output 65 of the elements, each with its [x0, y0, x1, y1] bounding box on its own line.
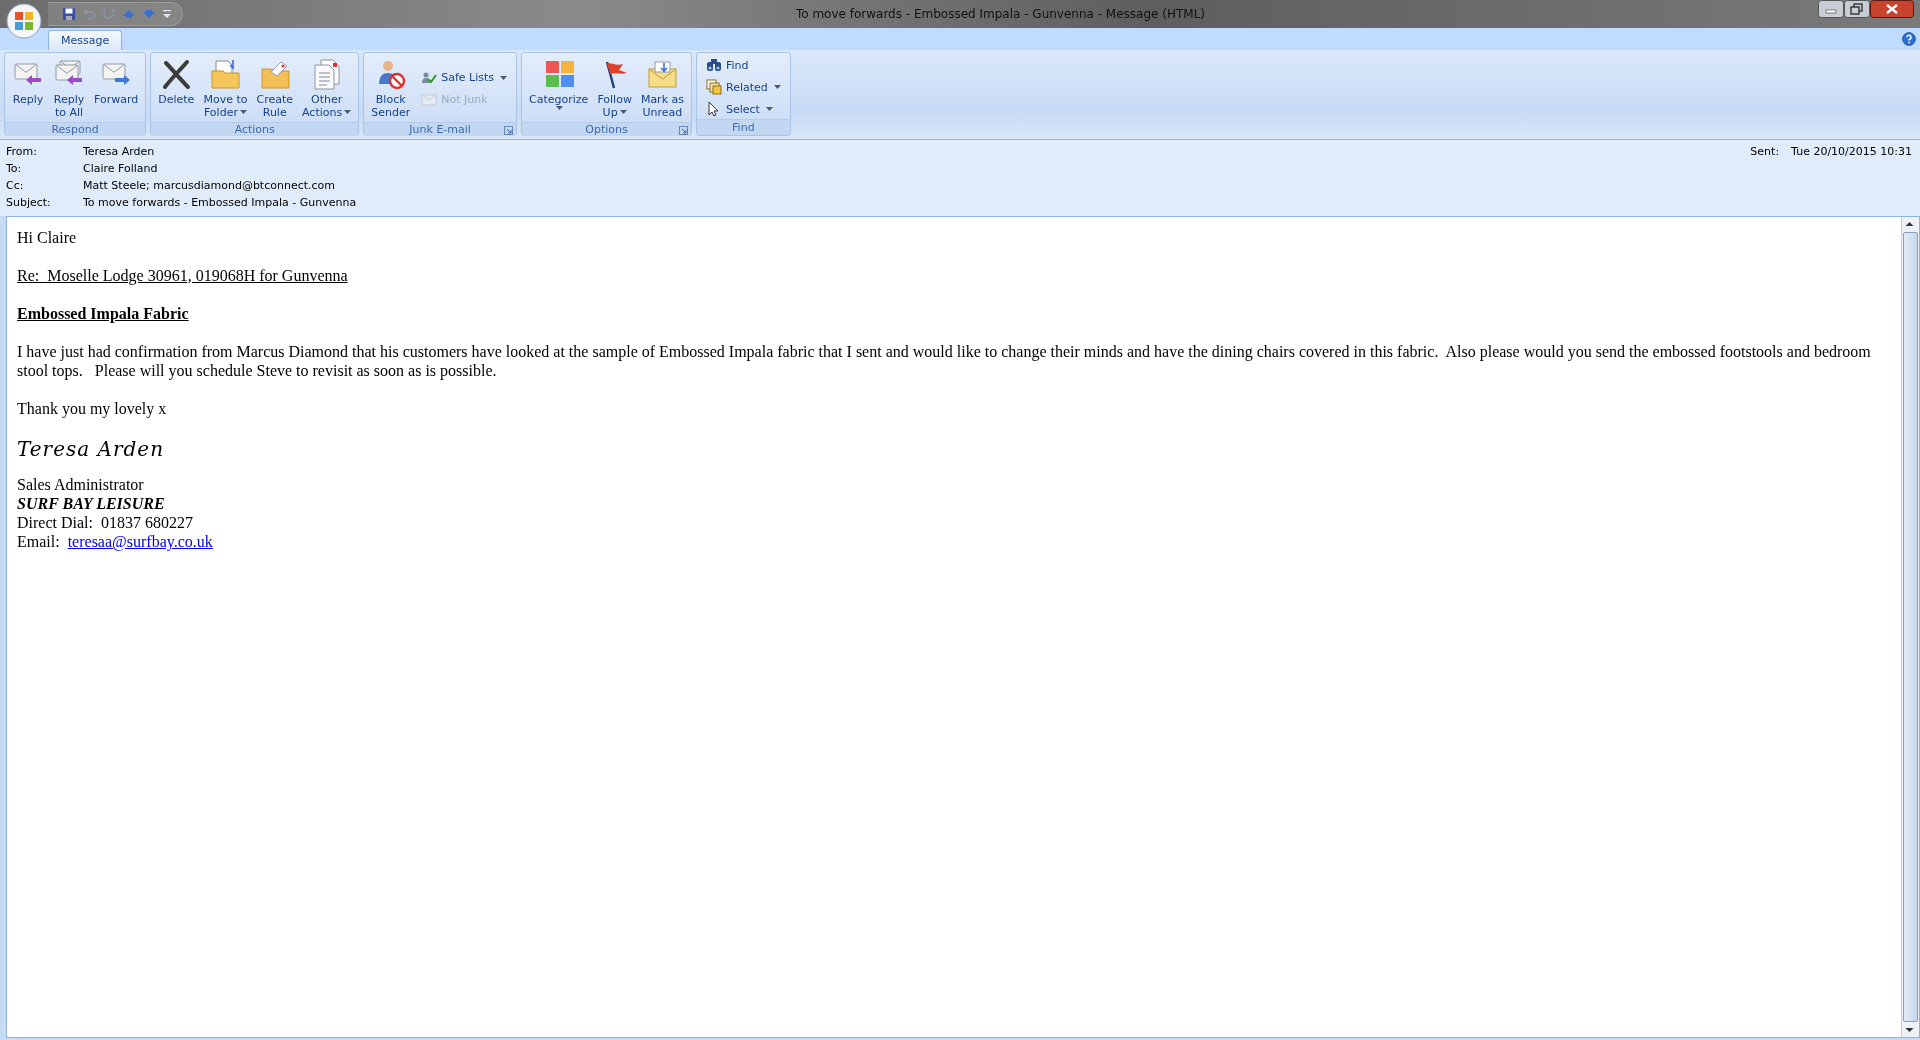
- stacked-documents-icon: [706, 79, 722, 95]
- customize-caret-icon[interactable]: [162, 8, 172, 20]
- group-label: Actions: [234, 123, 275, 136]
- find-button[interactable]: Find: [702, 55, 785, 75]
- message-tab[interactable]: Message: [48, 30, 123, 50]
- caret-icon: [239, 109, 247, 114]
- email-link[interactable]: teresaa@surfbay.co.uk: [67, 533, 213, 550]
- email-label: Email:: [17, 533, 60, 550]
- forward-button[interactable]: Forward: [90, 55, 143, 122]
- paragraph: I have just had confirmation from Marcus Diamond that his customers have looked at the sample of Embossed Impala fabric that I sent and would like to change their minds and have the dining chairs covered in this fabric. Also please would you send the embossed footstools and bedroom stool tops. Please will you schedule Steve to revisit as soon as is possible.: [17, 342, 1872, 380]
- related-button[interactable]: Related: [702, 77, 785, 97]
- dialog-launcher-icon[interactable]: [504, 126, 514, 135]
- close-icon[interactable]: [1870, 0, 1914, 18]
- caret-icon: [765, 107, 773, 111]
- caret-icon: [773, 85, 781, 89]
- minimize-icon[interactable]: [1818, 0, 1844, 18]
- help-icon[interactable]: [1902, 32, 1916, 46]
- scrollbar[interactable]: [1901, 217, 1919, 1037]
- paragraph: Hi Claire: [17, 228, 78, 247]
- heading: Embossed Impala Fabric: [17, 304, 190, 323]
- field-label: Subject:: [6, 196, 52, 209]
- folder-icon: [209, 58, 242, 90]
- select-button[interactable]: Select: [702, 99, 785, 119]
- field-value: Matt Steele; marcusdiamond@btconnect.com: [83, 179, 336, 192]
- field-value: Claire Folland: [83, 162, 159, 175]
- job-title: Sales Administrator: [17, 475, 145, 494]
- x-icon: [160, 58, 193, 90]
- paragraph: Thank you my lovely x: [17, 399, 168, 418]
- caret-icon: [344, 109, 352, 114]
- signature-name: Teresa Arden: [17, 437, 166, 461]
- reply-all-button[interactable]: Reply to All: [49, 55, 89, 122]
- group-label: Junk E-mail: [409, 123, 471, 136]
- window-title: To move forwards - Embossed Impala - Gunvenna - Message (HTML): [794, 7, 1207, 21]
- envelope-icon: [646, 58, 679, 90]
- caret-icon: [500, 75, 508, 80]
- restore-icon[interactable]: [1844, 0, 1870, 18]
- field-value: Tue 20/10/2015 10:31: [1791, 145, 1912, 158]
- field-label: Sent:: [1750, 145, 1780, 158]
- field-value: Teresa Arden: [83, 145, 156, 158]
- group-label: Options: [585, 123, 628, 136]
- caret-icon: [556, 106, 564, 110]
- phone-number: Direct Dial: 01837 680227: [17, 513, 194, 532]
- field-label: To:: [6, 162, 23, 175]
- safe-lists-button[interactable]: Safe Lists: [417, 67, 512, 88]
- dialog-launcher-icon[interactable]: [679, 126, 688, 135]
- reply-button[interactable]: Reply: [8, 55, 48, 122]
- categorize-button[interactable]: Categorize: [525, 55, 593, 122]
- save-icon[interactable]: [62, 7, 76, 21]
- mark-unread-button[interactable]: Mark as Unread: [636, 55, 688, 122]
- field-label: Cc:: [6, 179, 25, 192]
- binoculars-icon: [706, 57, 722, 73]
- delete-button[interactable]: Delete: [154, 55, 199, 122]
- follow-up-button[interactable]: Follow Up: [593, 55, 636, 122]
- field-label: From:: [6, 145, 38, 158]
- field-value: To move forwards - Embossed Impala - Gunvenna: [83, 196, 358, 209]
- reference-line: Re: Moselle Lodge 30961, 019068H for Gunvenna: [17, 266, 349, 285]
- move-to-folder-button[interactable]: Move to Folder: [199, 55, 252, 122]
- caret-icon: [619, 109, 627, 114]
- company-name: SURF BAY LEISURE: [17, 494, 166, 513]
- block-sender-button[interactable]: Block Sender: [367, 55, 415, 122]
- group-label: Find: [732, 121, 755, 134]
- create-rule-button[interactable]: Create Rule: [252, 55, 297, 122]
- other-actions-button[interactable]: Other Actions: [298, 55, 356, 122]
- group-label: Respond: [51, 123, 99, 136]
- envelope-icon: [421, 91, 438, 108]
